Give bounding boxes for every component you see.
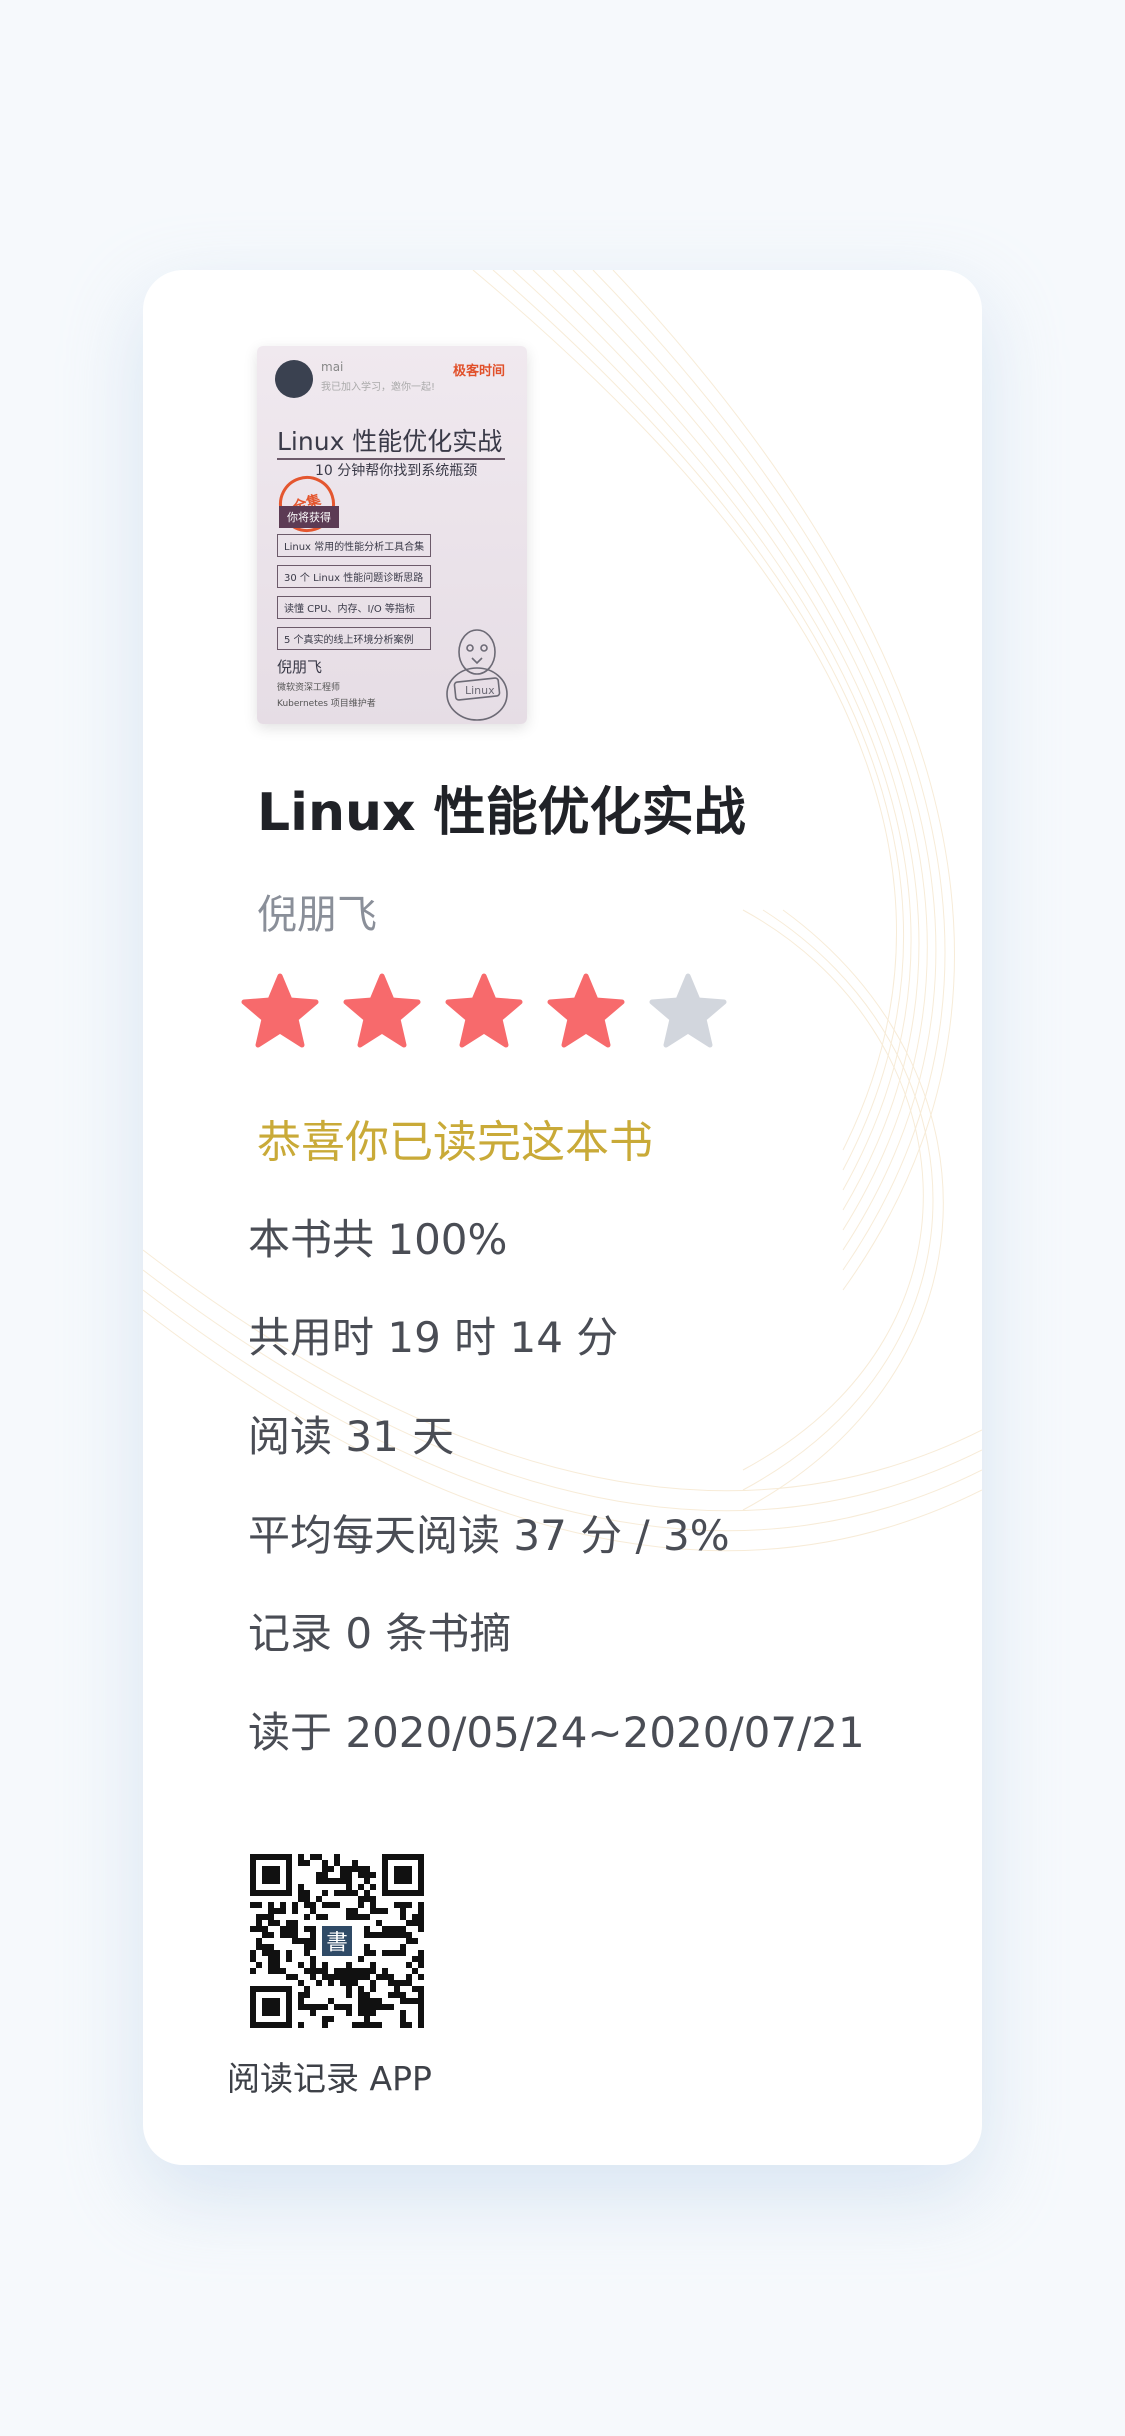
app-label: 阅读记录 APP bbox=[227, 2059, 432, 2098]
star-empty-icon bbox=[649, 973, 727, 1048]
tux-label: Linux bbox=[465, 684, 495, 697]
cover-user: mai bbox=[321, 360, 344, 374]
qr-code[interactable]: 書 bbox=[250, 1854, 424, 2028]
stat-daily-average: 平均每天阅读 37 分 / 3% bbox=[248, 1511, 730, 1560]
cover-feature-item: Linux 常用的性能分析工具合集 bbox=[277, 534, 432, 557]
cover-author-role: Kubernetes 项目维护者 bbox=[277, 699, 376, 709]
book-title: Linux 性能优化实战 bbox=[257, 783, 746, 843]
cover-title: Linux 性能优化实战 bbox=[277, 427, 503, 456]
tux-penguin-icon: Linux bbox=[446, 629, 508, 721]
book-author: 倪朋飞 bbox=[257, 892, 377, 938]
cover-feature-item: 30 个 Linux 性能问题诊断思路 bbox=[277, 565, 432, 588]
cover-feature-item: 读懂 CPU、内存、I/O 等指标 bbox=[277, 596, 432, 619]
qr-app-badge: 書 bbox=[326, 1930, 348, 1955]
congrats-message: 恭喜你已读完这本书 bbox=[257, 1117, 653, 1168]
book-cover: mai 我已加入学习，邀你一起! 极客时间 Linux 性能优化实战 10 分钟… bbox=[257, 346, 527, 724]
cover-join-text: 我已加入学习，邀你一起! bbox=[321, 382, 436, 393]
stat-days: 阅读 31 天 bbox=[248, 1412, 455, 1461]
star-filled-icon bbox=[445, 973, 523, 1048]
stat-progress: 本书共 100% bbox=[248, 1215, 508, 1264]
star-filled-icon bbox=[343, 973, 421, 1048]
stat-date-range: 读于 2020/05/24~2020/07/21 bbox=[248, 1708, 865, 1757]
cover-gain-label: 你将获得 bbox=[279, 506, 339, 528]
avatar bbox=[275, 360, 313, 398]
cover-feature-list: Linux 常用的性能分析工具合集 30 个 Linux 性能问题诊断思路 读懂… bbox=[277, 534, 432, 658]
cover-author-role: 微软资深工程师 bbox=[277, 683, 341, 693]
star-filled-icon bbox=[547, 973, 625, 1048]
cover-author: 倪朋飞 bbox=[277, 658, 323, 676]
cover-subtitle: 10 分钟帮你找到系统瓶颈 bbox=[315, 463, 478, 479]
stat-total-time: 共用时 19 时 14 分 bbox=[248, 1313, 619, 1362]
stat-notes: 记录 0 条书摘 bbox=[248, 1609, 512, 1658]
reading-summary-card: mai 我已加入学习，邀你一起! 极客时间 Linux 性能优化实战 10 分钟… bbox=[143, 270, 982, 2165]
star-filled-icon bbox=[241, 973, 319, 1048]
cover-brand-logo: 极客时间 bbox=[453, 364, 506, 379]
cover-feature-item: 5 个真实的线上环境分析案例 bbox=[277, 627, 432, 650]
